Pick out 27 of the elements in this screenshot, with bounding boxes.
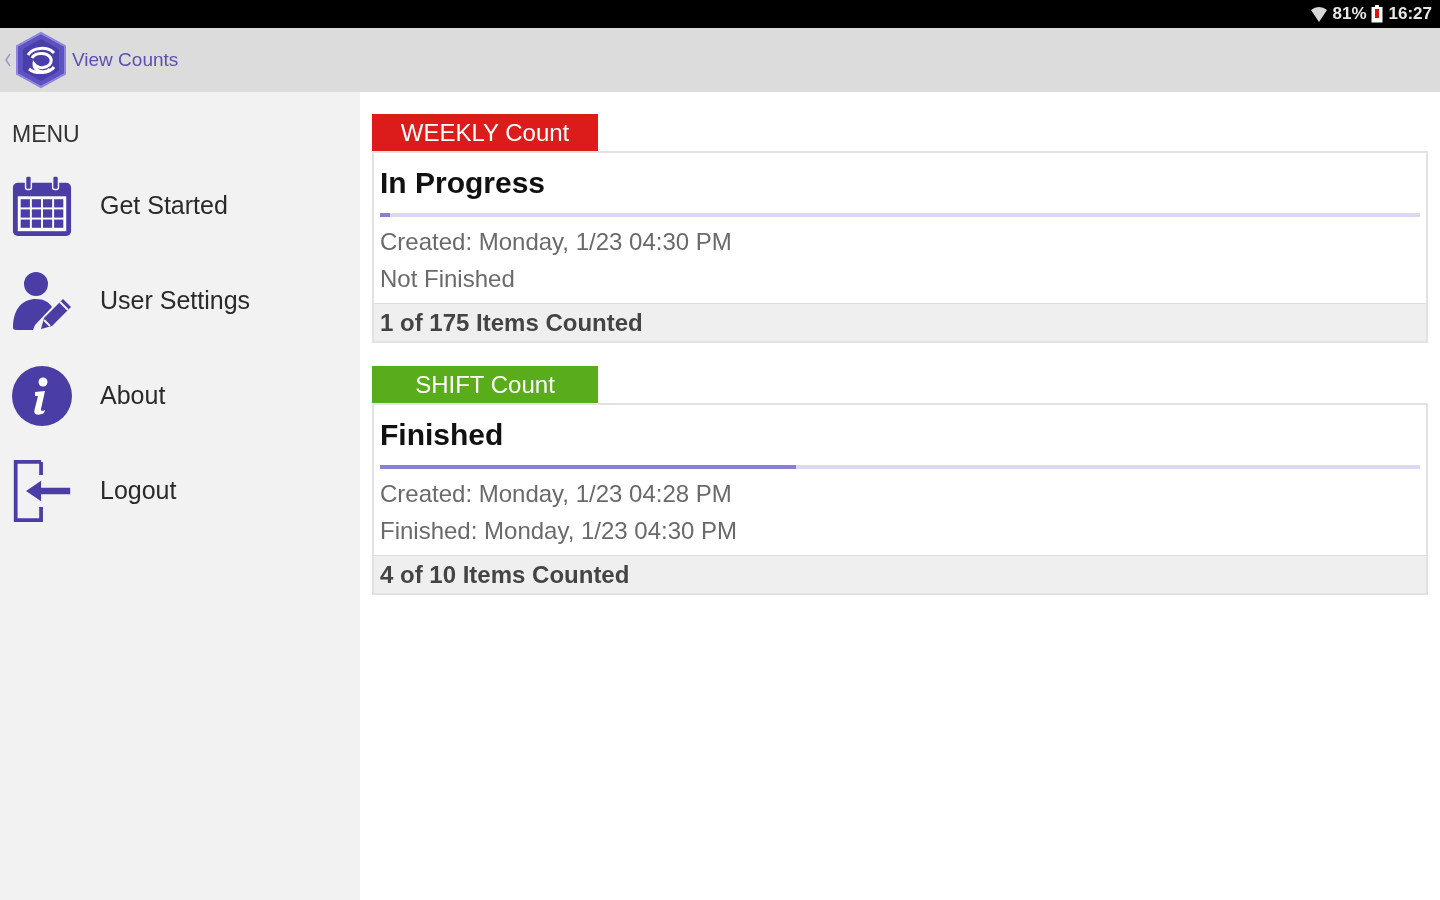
menu-item[interactable]: Logout bbox=[0, 443, 177, 538]
user-pencil-icon bbox=[11, 269, 73, 332]
menu-item[interactable]: Get Started bbox=[0, 158, 228, 253]
items-counted: 1 of 175 Items Counted bbox=[374, 303, 1426, 341]
exit-arrow-icon bbox=[11, 459, 73, 522]
items-counted: 4 of 10 Items Counted bbox=[374, 555, 1426, 593]
wifi-icon bbox=[1310, 5, 1329, 23]
count-type-tag: SHIFT Count bbox=[372, 366, 598, 403]
info-icon bbox=[11, 364, 73, 427]
battery-percent: 81% bbox=[1332, 4, 1367, 24]
count-detail: Not Finished bbox=[379, 264, 516, 294]
menu-heading: MENU bbox=[11, 120, 81, 149]
count-detail: Created: Monday, 1/23 04:28 PM bbox=[379, 479, 733, 509]
clock-time: 16:27 bbox=[1388, 4, 1432, 24]
battery-icon bbox=[1370, 5, 1383, 23]
count-card[interactable]: Finished Created: Monday, 1/23 04:28 PM Finished: Monday, 1/23 04:30 PM 4 of 10 Items Counted bbox=[372, 403, 1428, 595]
back-chevron-icon bbox=[5, 53, 11, 67]
count-detail: Finished: Monday, 1/23 04:30 PM bbox=[379, 516, 739, 546]
count-card[interactable]: In Progress Created: Monday, 1/23 04:30 PM Not Finished 1 of 175 Items Counted bbox=[372, 151, 1428, 343]
count-detail: Created: Monday, 1/23 04:30 PM bbox=[379, 227, 733, 257]
screen-title: View Counts bbox=[72, 49, 179, 71]
calendar-icon bbox=[11, 174, 73, 237]
count-status: Finished bbox=[380, 417, 505, 453]
menu-item[interactable]: About bbox=[0, 348, 166, 443]
menu-item[interactable]: User Settings bbox=[0, 253, 251, 348]
count-type-tag: WEEKLY Count bbox=[372, 114, 598, 151]
count-status: In Progress bbox=[380, 165, 547, 201]
